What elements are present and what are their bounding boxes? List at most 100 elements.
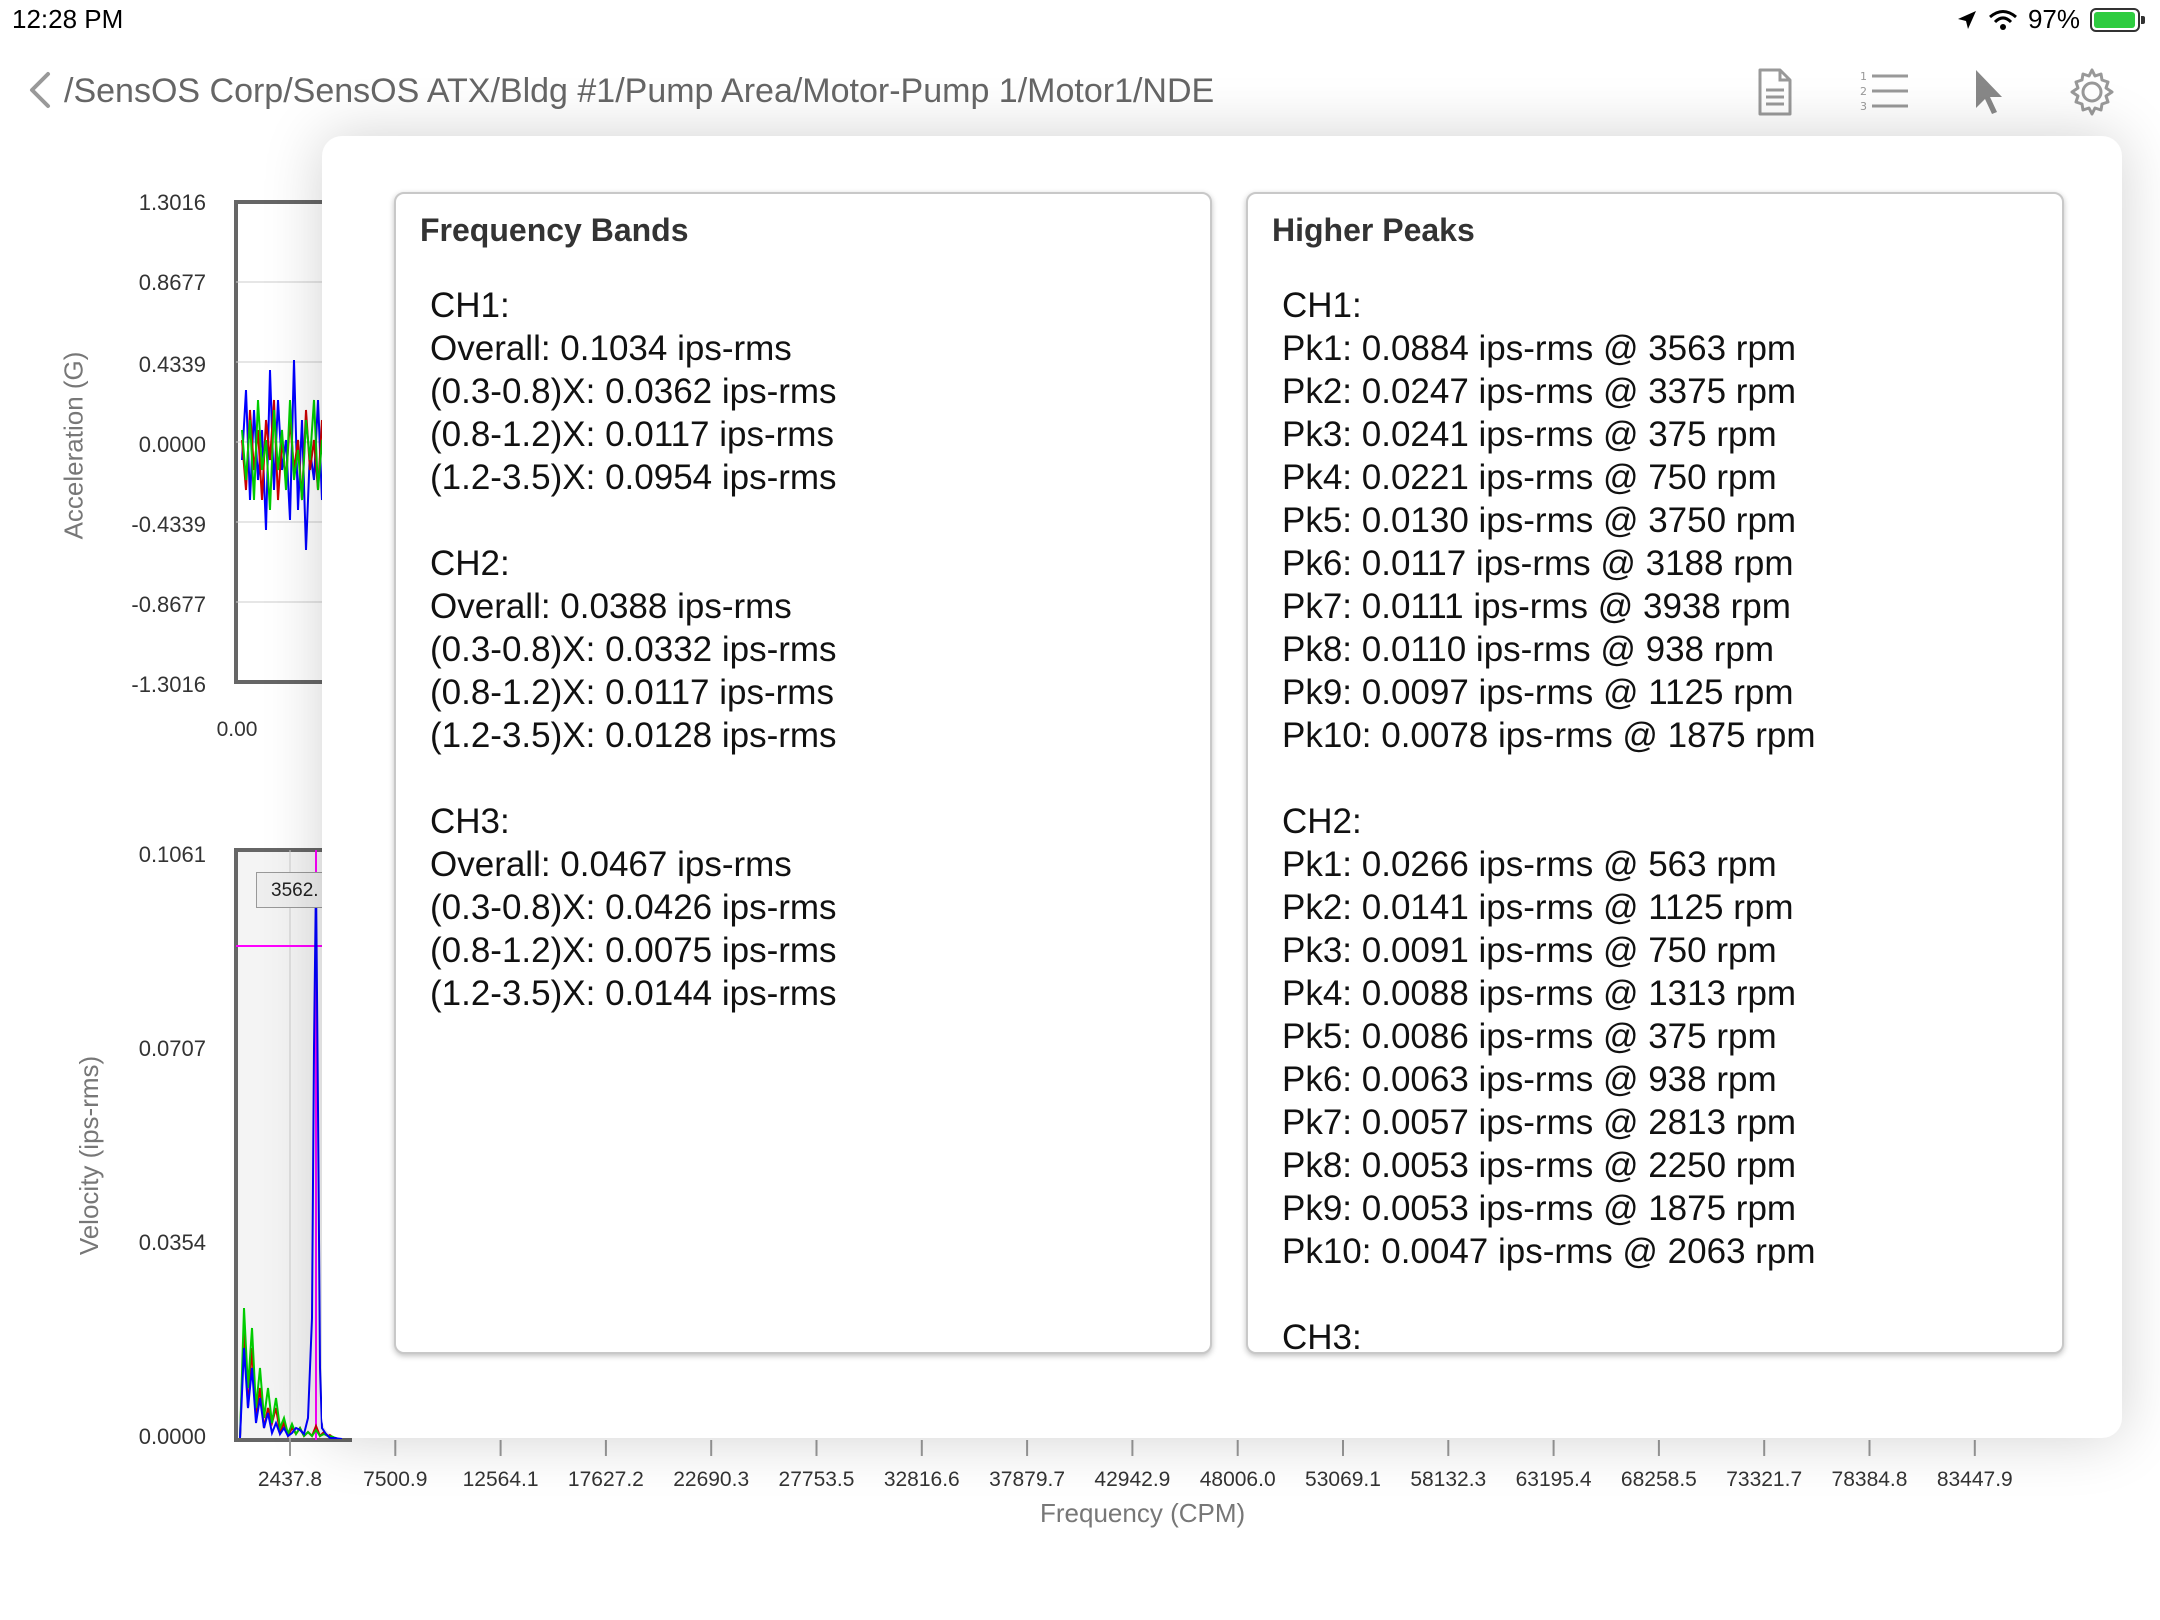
y-tick-label: 0.0000 — [138, 432, 206, 457]
frequency-bands-line: (1.2-3.5)X: 0.0954 ips-rms — [430, 458, 837, 497]
status-bar: 12:28 PM 97% — [0, 0, 2160, 40]
x-tick-label: 73321.7 — [1726, 1468, 1803, 1491]
y-tick-label: -0.4339 — [131, 512, 206, 537]
battery-icon — [2090, 7, 2145, 32]
channel-heading: CH1: — [430, 286, 510, 325]
x-tick-label: 27753.5 — [778, 1468, 855, 1491]
higher-peaks-line: Pk7: 0.0111 ips-rms @ 3938 rpm — [1282, 587, 1791, 626]
cursor-value-label: 3562. — [271, 880, 319, 901]
y-tick-label: 0.4339 — [138, 352, 206, 377]
y-tick-label: -1.3016 — [131, 672, 206, 697]
channel-heading: CH2: — [1282, 802, 1362, 841]
frequency-bands-content: CH1: Overall: 0.1034 ips-rms (0.3-0.8)X: 0… — [430, 284, 1200, 1058]
popover-arrow — [1858, 112, 1910, 138]
frequency-bands-line: (1.2-3.5)X: 0.0128 ips-rms — [430, 716, 837, 755]
cursor-arrow-icon[interactable] — [1962, 64, 2018, 120]
higher-peaks-line: Pk8: 0.0110 ips-rms @ 938 rpm — [1282, 630, 1775, 669]
higher-peaks-line: Pk2: 0.0141 ips-rms @ 1125 rpm — [1282, 888, 1794, 927]
higher-peaks-title: Higher Peaks — [1272, 212, 1475, 248]
x-tick-label: 12564.1 — [462, 1468, 539, 1491]
x-tick-label: 7500.9 — [363, 1468, 428, 1491]
y-tick-label: 0.0000 — [138, 1424, 206, 1449]
frequency-bands-card: Frequency Bands CH1: Overall: 0.1034 ips-… — [394, 192, 1212, 1354]
frequency-bands-line: (0.3-0.8)X: 0.0332 ips-rms — [430, 630, 837, 669]
higher-peaks-content[interactable]: CH1: Pk1: 0.0884 ips-rms @ 3563 rpm Pk2: 0… — [1282, 284, 2052, 1354]
frequency-bands-line: Overall: 0.1034 ips-rms — [430, 329, 792, 368]
battery-fill — [2094, 11, 2135, 28]
x-tick-label: 68258.5 — [1620, 1468, 1697, 1491]
frequency-bands-line: Overall: 0.0388 ips-rms — [430, 587, 792, 626]
higher-peaks-card: Higher Peaks CH1: Pk1: 0.0884 ips-rms @ 3… — [1246, 192, 2064, 1354]
higher-peaks-line: Pk5: 0.0086 ips-rms @ 375 rpm — [1282, 1017, 1777, 1056]
higher-peaks-line: Pk5: 0.0130 ips-rms @ 3750 rpm — [1282, 501, 1797, 540]
higher-peaks-line: Pk2: 0.0247 ips-rms @ 3375 rpm — [1282, 372, 1797, 411]
nav-bar: /SensOS Corp/SensOS ATX/Bldg #1/Pump Are… — [0, 50, 2160, 130]
frequency-bands-line: (0.8-1.2)X: 0.0117 ips-rms — [430, 415, 834, 454]
x-tick-label: 37879.7 — [989, 1468, 1066, 1491]
x-tick-label: 17627.2 — [567, 1468, 644, 1491]
gear-icon[interactable] — [2064, 64, 2120, 120]
higher-peaks-line: Pk8: 0.0053 ips-rms @ 2250 rpm — [1282, 1146, 1797, 1185]
wifi-icon — [1988, 9, 2017, 30]
x-tick-label: 78384.8 — [1831, 1468, 1908, 1491]
frequency-bands-group: CH2: Overall: 0.0388 ips-rms (0.3-0.8)X: 0… — [430, 542, 1200, 757]
y-tick-label: 0.1061 — [138, 842, 206, 867]
x-tick-label: 83447.9 — [1936, 1468, 2013, 1491]
x-tick-label: 53069.1 — [1305, 1468, 1381, 1491]
channel-heading: CH3: — [1282, 1318, 1362, 1354]
x-tick-label: 58132.3 — [1410, 1468, 1487, 1491]
higher-peaks-line: Pk10: 0.0078 ips-rms @ 1875 rpm — [1282, 716, 1816, 755]
frequency-bands-line: (0.3-0.8)X: 0.0426 ips-rms — [430, 888, 837, 927]
document-icon[interactable] — [1746, 64, 1802, 120]
frequency-bands-line: (0.8-1.2)X: 0.0117 ips-rms — [430, 673, 834, 712]
velocity-axis-title: Velocity (ips-rms) — [74, 1055, 105, 1256]
higher-peaks-line: Pk4: 0.0088 ips-rms @ 1313 rpm — [1282, 974, 1797, 1013]
y-tick-label: 1.3016 — [138, 190, 206, 215]
channel-heading: CH1: — [1282, 286, 1362, 325]
higher-peaks-line: Pk1: 0.0266 ips-rms @ 563 rpm — [1282, 845, 1777, 884]
higher-peaks-line: Pk10: 0.0047 ips-rms @ 2063 rpm — [1282, 1232, 1816, 1271]
acceleration-axis-title: Acceleration (G) — [58, 351, 89, 540]
higher-peaks-line: Pk6: 0.0117 ips-rms @ 3188 rpm — [1282, 544, 1794, 583]
status-right: 97% — [1956, 4, 2145, 35]
frequency-bands-line: (1.2-3.5)X: 0.0144 ips-rms — [430, 974, 837, 1013]
battery-percent: 97% — [2027, 4, 2080, 34]
higher-peaks-line: Pk9: 0.0053 ips-rms @ 1875 rpm — [1282, 1189, 1797, 1228]
channel-heading: CH2: — [430, 544, 510, 583]
y-tick-label: 0.8677 — [138, 270, 206, 295]
x-tick-label: 22690.3 — [673, 1468, 750, 1491]
x-tick-label: 32816.6 — [883, 1468, 960, 1491]
frequency-bands-line: Overall: 0.0467 ips-rms — [430, 845, 792, 884]
higher-peaks-line: Pk7: 0.0057 ips-rms @ 2813 rpm — [1282, 1103, 1797, 1142]
x-tick-label: 48006.0 — [1199, 1468, 1276, 1491]
frequency-bands-group: CH1: Overall: 0.1034 ips-rms (0.3-0.8)X: 0… — [430, 284, 1200, 499]
svg-text:1: 1 — [1860, 70, 1867, 83]
svg-text:2: 2 — [1860, 85, 1867, 98]
frequency-bands-title: Frequency Bands — [420, 212, 689, 248]
x-tick-label: 42942.9 — [1094, 1468, 1171, 1491]
higher-peaks-group: CH1: Pk1: 0.0884 ips-rms @ 3563 rpm Pk2: 0… — [1282, 284, 2052, 757]
status-time: 12:28 PM — [12, 4, 124, 34]
frequency-bands-line: (0.3-0.8)X: 0.0362 ips-rms — [430, 372, 837, 411]
higher-peaks-line: Pk3: 0.0241 ips-rms @ 375 rpm — [1282, 415, 1777, 454]
higher-peaks-group: CH2: Pk1: 0.0266 ips-rms @ 563 rpm Pk2: 0.… — [1282, 800, 2052, 1273]
channel-heading: CH3: — [430, 802, 510, 841]
higher-peaks-line: Pk4: 0.0221 ips-rms @ 750 rpm — [1282, 458, 1777, 497]
higher-peaks-line: Pk3: 0.0091 ips-rms @ 750 rpm — [1282, 931, 1777, 970]
breadcrumb: /SensOS Corp/SensOS ATX/Bldg #1/Pump Are… — [64, 72, 1215, 110]
frequency-axis-title: Frequency (CPM) — [1040, 1498, 1246, 1528]
y-tick-label: -0.8677 — [131, 592, 206, 617]
location-icon — [1957, 10, 1976, 29]
back-chevron-icon[interactable] — [22, 70, 62, 110]
higher-peaks-line: Pk9: 0.0097 ips-rms @ 1125 rpm — [1282, 673, 1794, 712]
x-tick-label: 0.00 — [216, 718, 258, 741]
higher-peaks-group: CH3: — [1282, 1316, 2052, 1354]
frequency-bands-group: CH3: Overall: 0.0467 ips-rms (0.3-0.8)X: 0… — [430, 800, 1200, 1015]
cursor-value-tooltip: 3562. — [256, 872, 328, 908]
x-tick-label: 63195.4 — [1515, 1468, 1592, 1491]
x-tick-label: 2437.8 — [257, 1468, 323, 1491]
higher-peaks-line: Pk1: 0.0884 ips-rms @ 3563 rpm — [1282, 329, 1797, 368]
higher-peaks-line: Pk6: 0.0063 ips-rms @ 938 rpm — [1282, 1060, 1777, 1099]
x-axis-ticks — [289, 1440, 1976, 1456]
frequency-bands-line: (0.8-1.2)X: 0.0075 ips-rms — [430, 931, 837, 970]
